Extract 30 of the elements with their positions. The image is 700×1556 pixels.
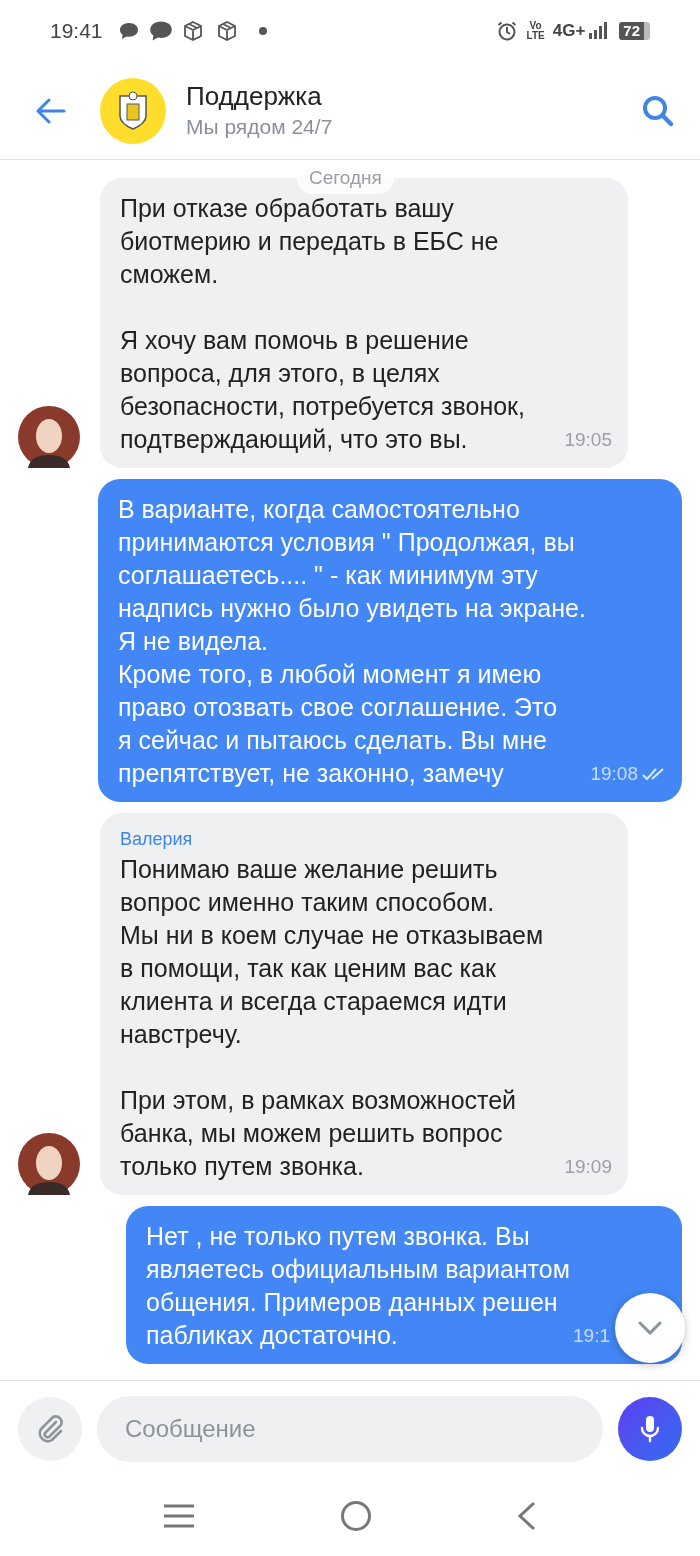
chat-subtitle: Мы рядом 24/7 xyxy=(186,113,334,140)
network-label: 4G+ xyxy=(552,20,586,43)
search-icon[interactable] xyxy=(642,94,674,127)
chat-icon xyxy=(118,22,139,40)
menu-icon[interactable] xyxy=(162,1503,195,1529)
sender-name: Валерия xyxy=(120,828,194,851)
message-time: 19:1 xyxy=(573,1323,610,1348)
bank-logo xyxy=(100,77,166,144)
back-icon[interactable] xyxy=(517,1501,538,1531)
microphone-icon xyxy=(640,1414,660,1443)
message-text: Понимаю ваше желание решить вопрос именно таким способом. Мы ни в коем случае не отказываем в помощи, так как ценим вас как клиента и всегда стараемся идти навстречу. При этом, в рамках возможностей банка, мы можем решить вопрос только путем звонка. xyxy=(120,855,544,1180)
back-arrow-icon[interactable] xyxy=(36,97,66,124)
battery-level: 72 xyxy=(619,22,650,40)
volte-label: Vo LTE xyxy=(526,21,545,41)
message-time: 19:05 xyxy=(564,427,612,452)
chevron-down-icon xyxy=(638,1321,662,1335)
chat-icon xyxy=(148,20,173,42)
chat-title: Поддержка xyxy=(186,79,323,112)
signal-icon xyxy=(589,21,610,41)
message-time: 19:08 xyxy=(590,761,638,786)
status-time: 19:41 xyxy=(50,18,103,45)
message-text: При отказе обработать вашу биотмерию и передать в ЕБС не сможем. Я хочу вам помочь в решение вопроса, для этого, в целях безопасности, потребуется звонок, подтверждающий, что это вы. xyxy=(120,194,525,453)
message-field[interactable]: Сообщение xyxy=(97,1395,603,1462)
alarm-icon xyxy=(496,21,517,41)
box-icon xyxy=(216,21,237,41)
box-icon xyxy=(182,21,203,41)
message-text: В варианте, когда самостоятельно принимаются условия " Продолжая, вы соглашаетесь.... " - как минимум эту надпись нужно было увидеть на экране. Я не видела. Кроме того, в любой момент я имею право отозвать свое соглашение. Это я сейчас и пытаюсь сделать. Вы мне препятствует, не законно, замечу xyxy=(118,495,586,787)
home-circle-icon[interactable] xyxy=(340,1500,372,1532)
message-time: 19:09 xyxy=(564,1154,612,1179)
message-text: Нет , не только путем звонка. Вы являетесь официальным вариантом общения. Примеров данных решен пабликах достаточно. xyxy=(146,1222,570,1349)
